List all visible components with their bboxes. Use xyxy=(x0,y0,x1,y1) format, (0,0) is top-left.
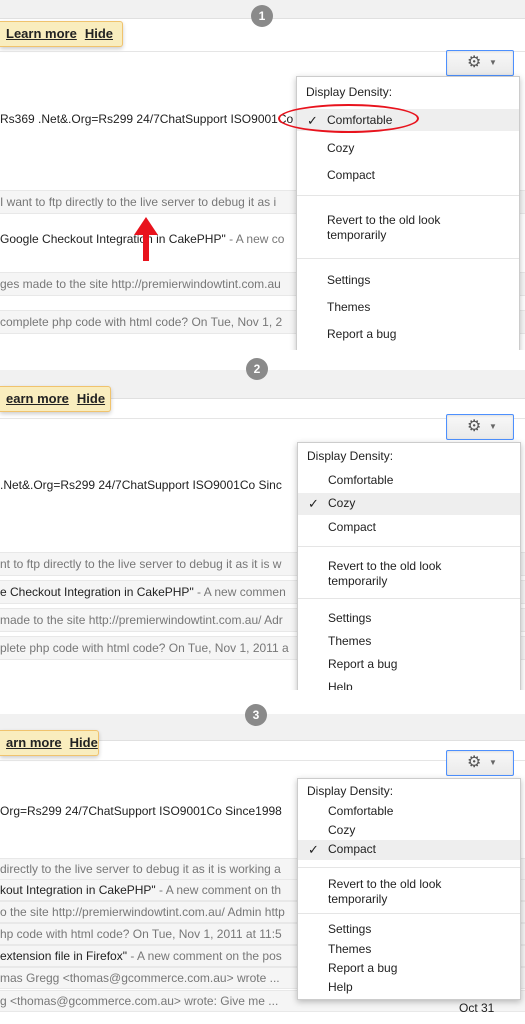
notice-bar: Learn more Hide xyxy=(0,21,123,47)
settings-gear-button[interactable]: ⚙ ▼ xyxy=(446,750,514,776)
display-density-header: Display Density: xyxy=(306,85,393,99)
menu-divider xyxy=(297,258,519,259)
menu-item-themes[interactable]: Themes xyxy=(297,300,519,320)
learn-more-link[interactable]: Learn more xyxy=(6,26,77,41)
panel-step-1: 1 Learn more Hide ⚙ ▼ Rs369 .Net&.Org=Rs2… xyxy=(0,0,525,350)
menu-item-comfortable[interactable]: Comfortable xyxy=(298,471,520,491)
learn-more-link[interactable]: arn more xyxy=(6,735,62,750)
menu-item-settings[interactable]: Settings xyxy=(298,922,520,940)
display-density-header: Display Density: xyxy=(307,449,394,463)
notice-bar: earn more Hide xyxy=(0,386,111,412)
menu-item-help[interactable]: Help xyxy=(298,680,520,690)
menu-divider xyxy=(298,546,520,547)
menu-item-settings[interactable]: Settings xyxy=(298,611,520,631)
menu-divider xyxy=(298,867,520,868)
menu-item-help[interactable]: Help xyxy=(298,980,520,998)
checkmark-icon: ✓ xyxy=(308,496,319,511)
menu-item-cozy[interactable]: Cozy xyxy=(298,822,520,840)
menu-divider xyxy=(298,598,520,599)
menu-item-cozy[interactable]: Cozy xyxy=(297,137,519,159)
menu-item-report-bug[interactable]: Report a bug xyxy=(298,961,520,979)
menu-item-revert[interactable]: Revert to the old look temporarily xyxy=(297,211,519,245)
menu-item-compact[interactable]: ✓ Compact xyxy=(298,840,520,860)
red-arrow-up xyxy=(134,217,158,261)
menu-item-compact[interactable]: Compact xyxy=(297,164,519,186)
menu-item-themes[interactable]: Themes xyxy=(298,634,520,654)
menu-item-report-bug[interactable]: Report a bug xyxy=(298,657,520,677)
gear-icon: ⚙ xyxy=(467,754,482,771)
menu-divider xyxy=(297,195,519,196)
step-badge: 1 xyxy=(251,5,273,27)
menu-item-revert[interactable]: Revert to the old look temporarily xyxy=(298,557,520,591)
step-badge: 2 xyxy=(246,358,268,380)
settings-menu: Display Density: Comfortable ✓ Cozy Comp… xyxy=(297,442,521,690)
gear-icon: ⚙ xyxy=(467,418,482,435)
menu-item-settings[interactable]: Settings xyxy=(297,273,519,293)
hide-link[interactable]: Hide xyxy=(77,391,105,406)
settings-menu: Display Density: Comfortable Cozy ✓ Comp… xyxy=(297,778,521,1000)
gear-icon: ⚙ xyxy=(467,54,482,71)
checkmark-icon: ✓ xyxy=(308,842,319,857)
hide-link[interactable]: Hide xyxy=(70,735,98,750)
menu-item-report-bug[interactable]: Report a bug xyxy=(297,327,519,347)
caret-down-icon: ▼ xyxy=(489,758,497,767)
caret-down-icon: ▼ xyxy=(489,422,497,431)
highlight-oval xyxy=(278,104,419,133)
notice-bar: arn more Hide xyxy=(0,730,99,756)
panel-step-2: 2 earn more Hide ⚙ ▼ .Net&.Org=Rs299 24/7… xyxy=(0,358,525,690)
learn-more-link[interactable]: earn more xyxy=(6,391,69,406)
settings-gear-button[interactable]: ⚙ ▼ xyxy=(446,50,514,76)
settings-gear-button[interactable]: ⚙ ▼ xyxy=(446,414,514,440)
menu-item-comfortable[interactable]: Comfortable xyxy=(298,803,520,821)
hide-link[interactable]: Hide xyxy=(85,26,113,41)
caret-down-icon: ▼ xyxy=(489,58,497,67)
menu-item-compact[interactable]: Compact xyxy=(298,518,520,538)
display-density-header: Display Density: xyxy=(307,784,394,798)
date-label: Oct 31 xyxy=(459,1001,495,1015)
menu-item-cozy[interactable]: ✓ Cozy xyxy=(298,493,520,515)
step-badge: 3 xyxy=(245,704,267,726)
menu-item-themes[interactable]: Themes xyxy=(298,942,520,960)
panel-step-3: 3 arn more Hide ⚙ ▼ Org=Rs299 24/7ChatSup… xyxy=(0,704,525,1024)
menu-divider xyxy=(298,913,520,914)
menu-item-revert[interactable]: Revert to the old look temporarily xyxy=(298,875,520,909)
